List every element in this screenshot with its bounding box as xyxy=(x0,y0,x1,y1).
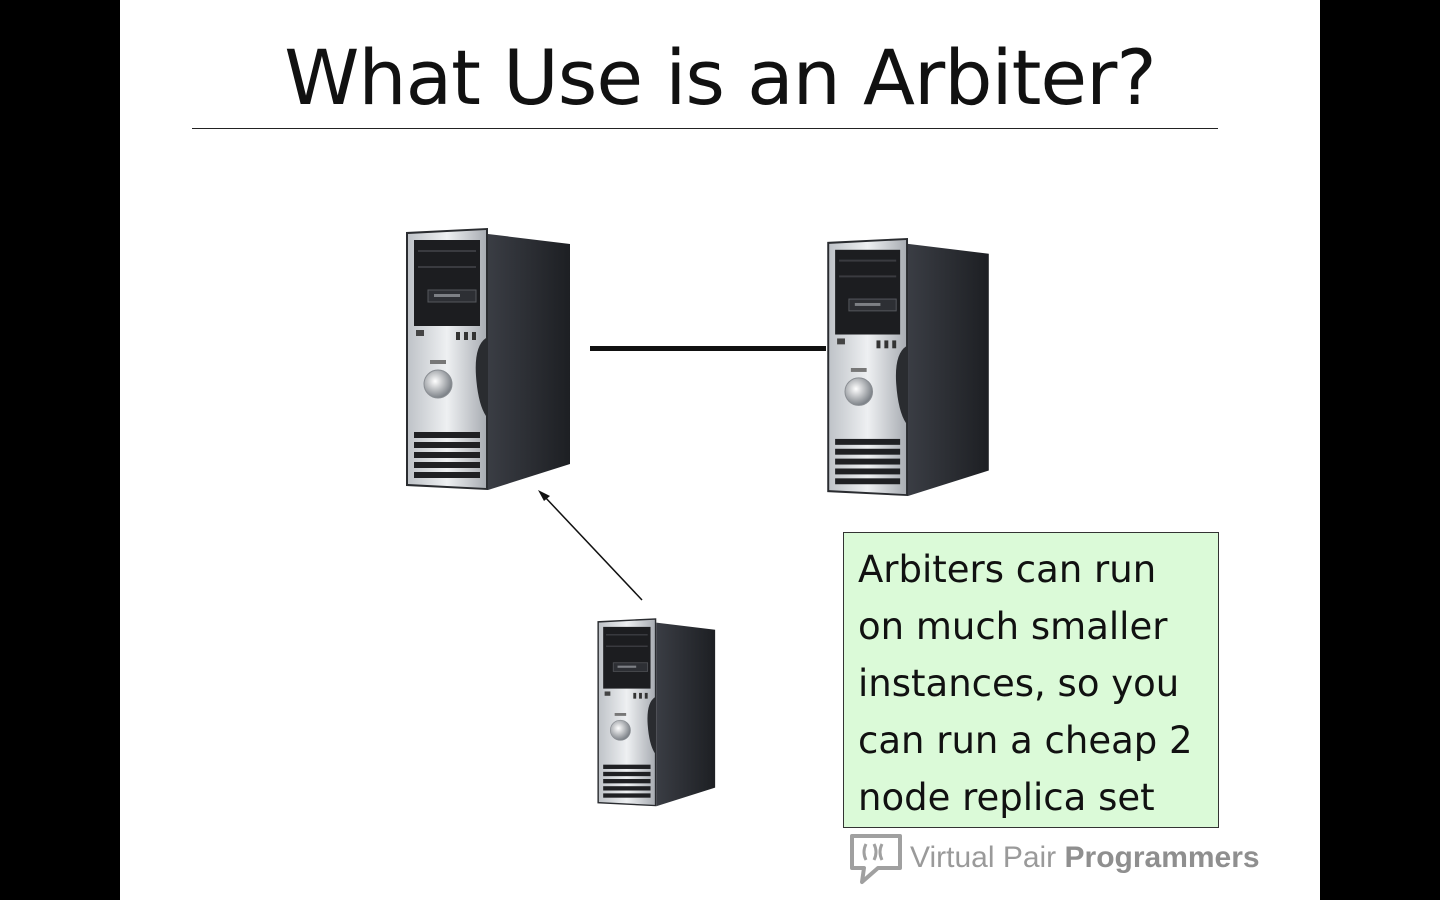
slide: What Use is an Arbiter? Arbiters can run… xyxy=(120,0,1320,900)
callout-line: can run a cheap 2 xyxy=(858,719,1193,762)
callout-line: instances, so you xyxy=(858,662,1180,705)
arrowhead-icon xyxy=(538,490,550,501)
brand-watermark: Virtual Pair Programmers xyxy=(848,828,1288,888)
callout-box: Arbiters can run on much smaller instanc… xyxy=(843,532,1219,828)
brand-name: Virtual Pair Programmers xyxy=(910,838,1260,878)
brand-name-light: Virtual Pair xyxy=(910,841,1065,874)
callout-line: on much smaller xyxy=(858,605,1168,648)
callout-line: Arbiters can run xyxy=(858,548,1157,591)
speech-bubble-logo-icon xyxy=(850,834,902,884)
callout-text: Arbiters can run on much smaller instanc… xyxy=(858,541,1206,826)
callout-line: node replica set xyxy=(858,776,1155,819)
brand-name-bold: Programmers xyxy=(1064,841,1260,874)
